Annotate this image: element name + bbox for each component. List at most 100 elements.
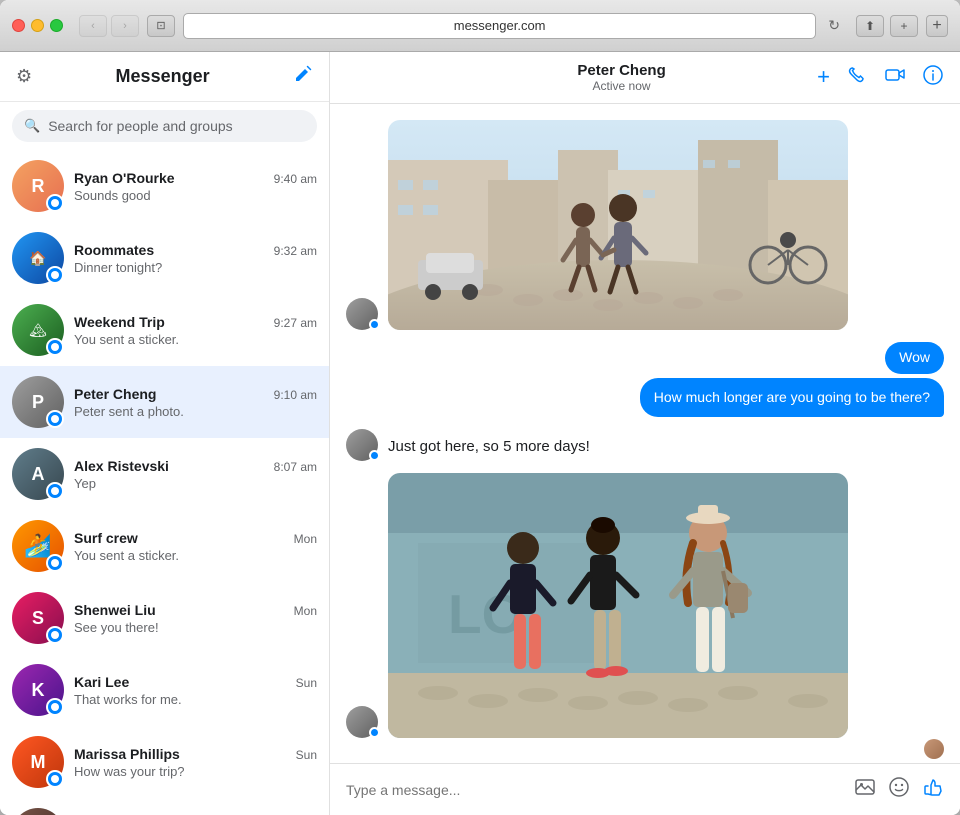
- share-button[interactable]: ⬆: [856, 15, 884, 37]
- like-button[interactable]: [922, 776, 944, 804]
- avatar-wrap: R: [12, 160, 64, 212]
- conversation-item-surf[interactable]: 🏄 Surf crew Mon You sent a sticker.: [0, 510, 329, 582]
- conv-name: Alex Ristevski: [74, 458, 169, 474]
- conv-time: 9:40 am: [274, 172, 317, 186]
- conv-info: Peter Cheng 9:10 am Peter sent a photo.: [74, 386, 317, 419]
- info-button[interactable]: [922, 64, 944, 92]
- back-button[interactable]: ‹: [79, 15, 107, 37]
- conv-top: Weekend Trip 9:27 am: [74, 314, 317, 330]
- conversation-item-peter[interactable]: P Peter Cheng 9:10 am Peter sent a photo…: [0, 366, 329, 438]
- image-attach-button[interactable]: [854, 776, 876, 804]
- conv-time: 9:32 am: [274, 244, 317, 258]
- emoji-button[interactable]: [888, 776, 910, 804]
- conv-time: Mon: [294, 604, 317, 618]
- conv-name: Roommates: [74, 242, 154, 258]
- messenger-badge: [46, 194, 64, 212]
- chat-messages: Wow How much longer are you going to be …: [330, 104, 960, 739]
- maximize-button[interactable]: [50, 19, 63, 32]
- sidebar: ⚙ Messenger 🔍 Search for people and grou…: [0, 52, 330, 815]
- video-call-button[interactable]: [884, 64, 906, 92]
- tab-icon[interactable]: ⊡: [147, 15, 175, 37]
- add-bookmark-button[interactable]: +: [890, 15, 918, 37]
- conv-preview: That works for me.: [74, 692, 317, 707]
- conv-preview: See you there!: [74, 620, 317, 635]
- browser-chrome: ‹ › ⊡ messenger.com ↻ ⬆ + +: [0, 0, 960, 52]
- settings-icon[interactable]: ⚙: [16, 66, 32, 87]
- conversation-item-weekend[interactable]: 🏔 Weekend Trip 9:27 am You sent a sticke…: [0, 294, 329, 366]
- app-container: ⚙ Messenger 🔍 Search for people and grou…: [0, 52, 960, 815]
- messenger-badge: [46, 554, 64, 572]
- conv-name: Ryan O'Rourke: [74, 170, 175, 186]
- avatar-wrap: P: [12, 376, 64, 428]
- conv-top: Marissa Phillips Sun: [74, 746, 317, 762]
- conv-name: Weekend Trip: [74, 314, 165, 330]
- new-tab-button[interactable]: +: [926, 15, 948, 37]
- message-group-incoming-photo2: LO: [346, 473, 944, 738]
- message-bubble-longer: How much longer are you going to be ther…: [640, 378, 944, 418]
- sidebar-header: ⚙ Messenger: [0, 52, 329, 102]
- incoming-photo-2: LO: [388, 473, 848, 738]
- conversation-item-shenwei[interactable]: S Shenwei Liu Mon See you there!: [0, 582, 329, 654]
- sidebar-title: Messenger: [32, 66, 293, 87]
- conv-preview: How was your trip?: [74, 764, 317, 779]
- conv-name: Shenwei Liu: [74, 602, 156, 618]
- conv-preview: You sent a sticker.: [74, 332, 317, 347]
- compose-icon[interactable]: [293, 64, 313, 89]
- message-group-incoming-text: Just got here, so 5 more days!: [346, 429, 944, 461]
- phone-call-button[interactable]: [846, 64, 868, 92]
- conversation-item-alex[interactable]: A Alex Ristevski 8:07 am Yep: [0, 438, 329, 510]
- conversations-list: R Ryan O'Rourke 9:40 am Sounds good: [0, 150, 329, 815]
- conv-info: Roommates 9:32 am Dinner tonight?: [74, 242, 317, 275]
- messenger-badge: [46, 482, 64, 500]
- address-bar[interactable]: messenger.com: [183, 13, 816, 39]
- close-button[interactable]: [12, 19, 25, 32]
- chat-input-area: [330, 763, 960, 815]
- conv-info: Surf crew Mon You sent a sticker.: [74, 530, 317, 563]
- conv-time: 8:07 am: [274, 460, 317, 474]
- conv-info: Kari Lee Sun That works for me.: [74, 674, 317, 707]
- messenger-badge: [46, 770, 64, 788]
- conv-time: Mon: [294, 532, 317, 546]
- conversation-item-kari[interactable]: K Kari Lee Sun That works for me.: [0, 654, 329, 726]
- conv-preview: Yep: [74, 476, 317, 491]
- conv-name: Peter Cheng: [74, 386, 156, 402]
- avatar-wrap: 🏄: [12, 520, 64, 572]
- avatar: K: [12, 808, 64, 815]
- conv-info: Marissa Phillips Sun How was your trip?: [74, 746, 317, 779]
- search-bar[interactable]: 🔍 Search for people and groups: [12, 110, 317, 142]
- messenger-badge: [46, 338, 64, 356]
- message-group-outgoing: Wow How much longer are you going to be …: [346, 342, 944, 417]
- avatar-wrap: S: [12, 592, 64, 644]
- conv-name: Marissa Phillips: [74, 746, 180, 762]
- chat-header: Peter Cheng Active now +: [330, 52, 960, 104]
- traffic-lights: [12, 19, 63, 32]
- online-badge: [369, 319, 380, 330]
- avatar-wrap: M: [12, 736, 64, 788]
- messenger-badge: [46, 266, 64, 284]
- conv-info: Alex Ristevski 8:07 am Yep: [74, 458, 317, 491]
- conversation-item-marissa[interactable]: M Marissa Phillips Sun How was your trip…: [0, 726, 329, 798]
- minimize-button[interactable]: [31, 19, 44, 32]
- add-contact-button[interactable]: +: [817, 64, 830, 92]
- conv-preview: Dinner tonight?: [74, 260, 317, 275]
- refresh-button[interactable]: ↻: [828, 17, 840, 34]
- conv-top: Peter Cheng 9:10 am: [74, 386, 317, 402]
- message-input[interactable]: [346, 782, 842, 798]
- forward-button[interactable]: ›: [111, 15, 139, 37]
- toolbar-right: ⬆ +: [856, 15, 918, 37]
- conversation-item-kate[interactable]: K Kate Stern Sat Want to grab drinks ton…: [0, 798, 329, 815]
- msg-content-outgoing: Wow How much longer are you going to be …: [640, 342, 944, 417]
- avatar-wrap: K: [12, 664, 64, 716]
- message-bubble-wow: Wow: [885, 342, 944, 374]
- msg-content-photo2: LO: [388, 473, 848, 738]
- conv-top: Surf crew Mon: [74, 530, 317, 546]
- avatar-wrap: A: [12, 448, 64, 500]
- chat-header-actions: +: [817, 64, 944, 92]
- conv-name: Kari Lee: [74, 674, 129, 690]
- chat-header-center: Peter Cheng Active now: [577, 62, 665, 93]
- conv-time: Sun: [296, 676, 317, 690]
- conversation-item-ryan[interactable]: R Ryan O'Rourke 9:40 am Sounds good: [0, 150, 329, 222]
- conversation-item-roommates[interactable]: 🏠 Roommates 9:32 am Dinner tonight?: [0, 222, 329, 294]
- conv-preview: Sounds good: [74, 188, 317, 203]
- conv-top: Roommates 9:32 am: [74, 242, 317, 258]
